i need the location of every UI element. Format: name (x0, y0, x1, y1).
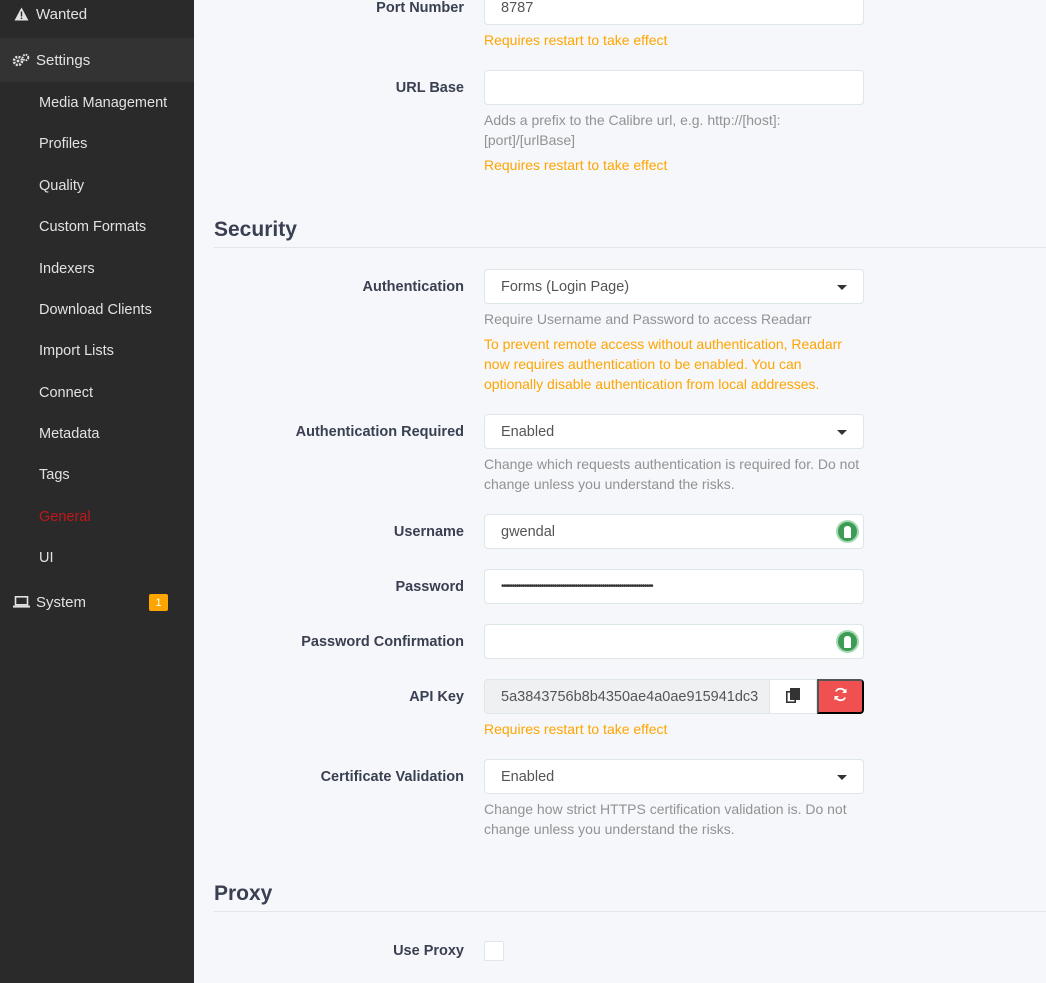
system-badge: 1 (149, 594, 168, 611)
sidebar-item-profiles[interactable]: Profiles (39, 136, 87, 152)
section-divider (214, 911, 1046, 912)
sidebar: Wanted Settings Media Management Profile… (0, 0, 194, 983)
lastpass-icon[interactable] (836, 520, 859, 543)
use-proxy-checkbox[interactable] (484, 941, 504, 961)
certificate-validation-select[interactable]: Enabled (484, 759, 864, 794)
sidebar-item-media-management[interactable]: Media Management (39, 95, 167, 111)
authentication-select[interactable]: Forms (Login Page) (484, 269, 864, 304)
lastpass-icon[interactable] (836, 630, 859, 653)
port-value: 8787 (501, 0, 534, 16)
sidebar-item-indexers[interactable]: Indexers (39, 261, 95, 277)
sidebar-item-label: Wanted (36, 5, 88, 23)
authentication-required-value: Enabled (501, 423, 555, 440)
password-confirmation-label: Password Confirmation (301, 634, 464, 650)
sidebar-item-label: System (36, 593, 87, 611)
section-divider (214, 247, 1046, 248)
copy-icon (786, 687, 800, 706)
warning-triangle-icon (12, 6, 30, 22)
authentication-label: Authentication (362, 279, 465, 295)
api-key-value: 5a3843756b8b4350ae4a0ae915941dc3 (501, 688, 759, 705)
api-key-warning: Requires restart to take effect (484, 721, 668, 737)
refresh-icon (833, 687, 848, 707)
urlbase-help: Adds a prefix to the Calibre url, e.g. h… (484, 112, 781, 148)
port-input[interactable]: 8787 (484, 0, 864, 25)
port-label: Port Number (376, 0, 464, 16)
certificate-validation-label: Certificate Validation (320, 769, 464, 785)
sidebar-item-custom-formats[interactable]: Custom Formats (39, 219, 146, 235)
sidebar-item-general[interactable]: General (39, 509, 91, 525)
password-value: ••••••••••••••••••••••••••••••••••••••••… (501, 581, 654, 592)
sidebar-item-label: Settings (36, 51, 91, 69)
password-label: Password (395, 579, 465, 595)
certificate-validation-help: Change how strict HTTPS certification va… (484, 801, 847, 837)
caret-down-icon (837, 285, 847, 290)
sidebar-item-quality[interactable]: Quality (39, 178, 84, 194)
section-title-security: Security (214, 218, 297, 241)
authentication-required-label: Authentication Required (295, 424, 464, 440)
username-label: Username (393, 524, 464, 540)
sidebar-item-settings[interactable]: Settings (0, 38, 194, 82)
authentication-help: Require Username and Password to access … (484, 311, 812, 327)
regenerate-api-key-button[interactable] (817, 679, 864, 714)
copy-api-key-button[interactable] (770, 679, 817, 714)
urlbase-input[interactable] (484, 70, 864, 105)
laptop-icon (12, 594, 30, 610)
password-input[interactable]: ••••••••••••••••••••••••••••••••••••••••… (484, 569, 864, 604)
password-confirmation-input[interactable] (484, 624, 864, 659)
authentication-value: Forms (Login Page) (501, 278, 630, 295)
authentication-warning: To prevent remote access without authent… (484, 336, 842, 392)
username-value: gwendal (501, 523, 556, 540)
caret-down-icon (837, 430, 847, 435)
urlbase-label: URL Base (395, 80, 464, 96)
certificate-validation-value: Enabled (501, 768, 555, 785)
sidebar-item-tags[interactable]: Tags (39, 467, 70, 483)
username-input[interactable]: gwendal (484, 514, 864, 549)
settings-general-form: Port Number 8787 Requires restart to tak… (194, 0, 1046, 983)
authentication-required-help: Change which requests authentication is … (484, 456, 860, 492)
port-warning: Requires restart to take effect (484, 32, 668, 48)
sidebar-item-ui[interactable]: UI (39, 550, 54, 566)
api-key-label: API Key (409, 689, 464, 705)
sidebar-item-wanted[interactable]: Wanted (0, 0, 194, 36)
use-proxy-label: Use Proxy (393, 943, 464, 959)
urlbase-warning: Requires restart to take effect (484, 157, 668, 173)
caret-down-icon (837, 775, 847, 780)
authentication-required-select[interactable]: Enabled (484, 414, 864, 449)
sidebar-item-metadata[interactable]: Metadata (39, 426, 99, 442)
sidebar-item-download-clients[interactable]: Download Clients (39, 302, 152, 318)
gears-icon (12, 52, 30, 68)
api-key-input[interactable]: 5a3843756b8b4350ae4a0ae915941dc3 (484, 679, 770, 714)
sidebar-item-import-lists[interactable]: Import Lists (39, 343, 114, 359)
sidebar-item-connect[interactable]: Connect (39, 385, 93, 401)
section-title-proxy: Proxy (214, 882, 273, 905)
